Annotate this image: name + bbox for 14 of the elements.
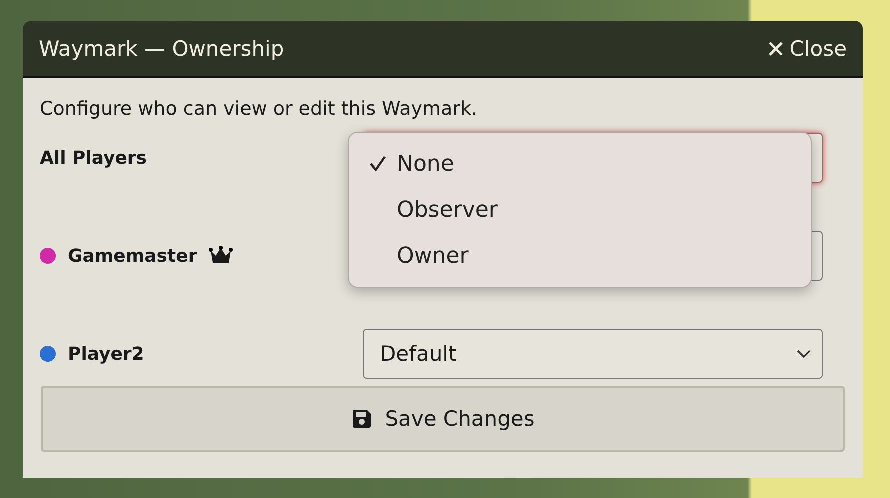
close-button[interactable]: Close (768, 36, 847, 60)
menu-option[interactable]: None (349, 141, 811, 187)
window-title: Waymark — Ownership (39, 36, 284, 60)
player-name: Player2 (68, 344, 144, 364)
save-button[interactable]: Save Changes (41, 386, 845, 452)
menu-option[interactable]: Observer (349, 187, 811, 233)
permission-select[interactable]: Default (363, 329, 823, 379)
player-name: Gamemaster (68, 246, 198, 266)
chevron-down-icon (796, 349, 812, 359)
player-name: All Players (40, 148, 148, 168)
description-text: Configure who can view or edit this Waymark. (40, 98, 479, 120)
crown-icon (209, 246, 234, 266)
close-icon (768, 40, 784, 56)
menu-option[interactable]: Owner (349, 233, 811, 279)
